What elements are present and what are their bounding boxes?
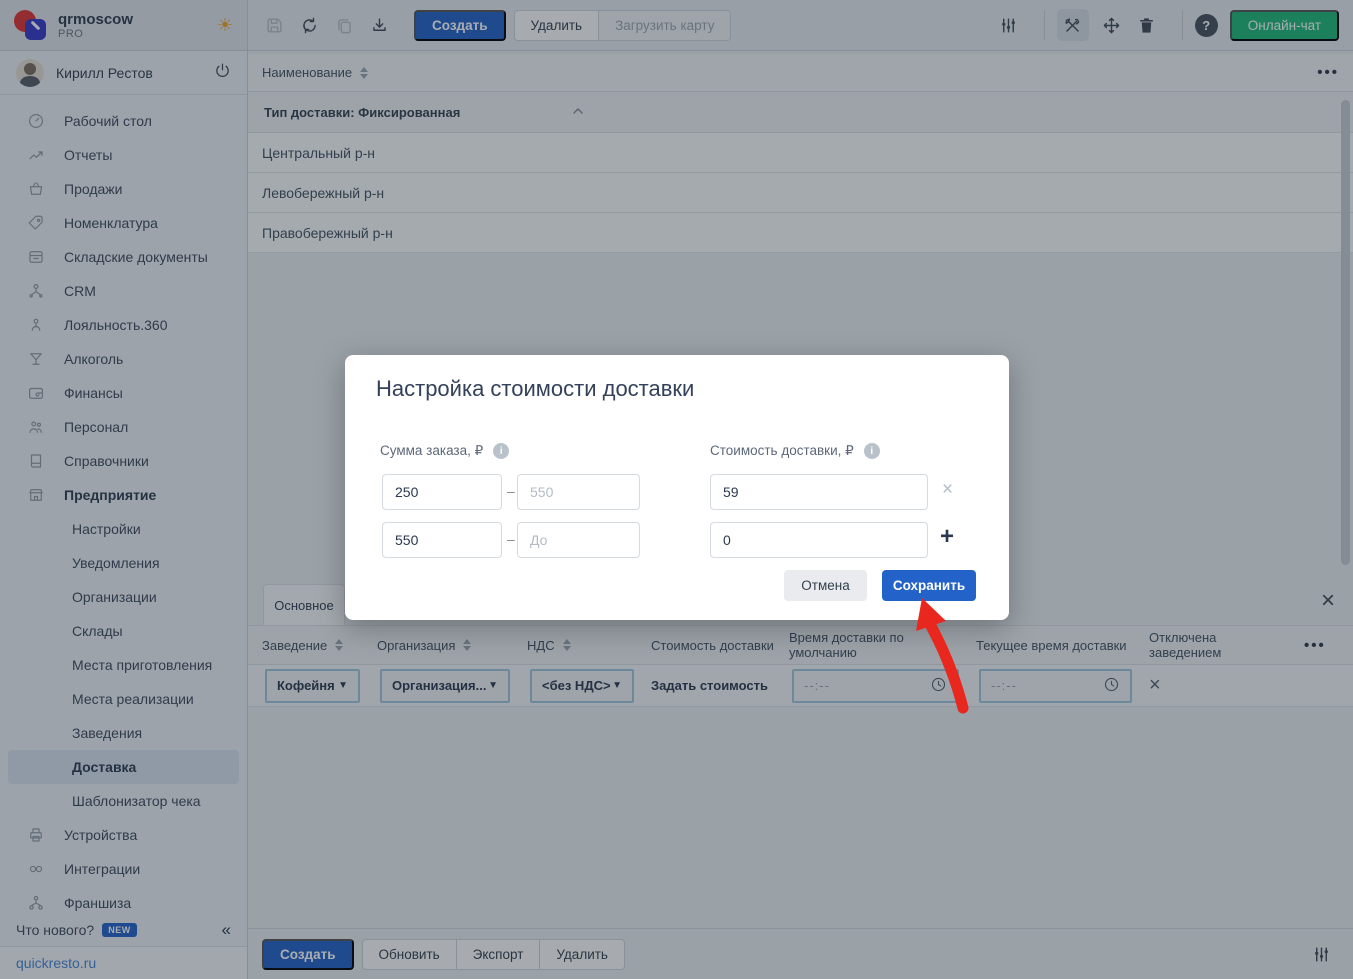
delivery-cost-label: Стоимость доставки, ₽ <box>710 443 854 459</box>
cost-input-1[interactable] <box>710 474 928 510</box>
sum-from-input-2[interactable] <box>382 522 502 558</box>
sum-to-input-2[interactable] <box>517 522 640 558</box>
delivery-cost-modal: Настройка стоимости доставки Сумма заказ… <box>345 355 1009 620</box>
sum-from-input-1[interactable] <box>382 474 502 510</box>
remove-row-icon[interactable]: × <box>942 479 953 501</box>
modal-title: Настройка стоимости доставки <box>376 376 694 402</box>
order-sum-label: Сумма заказа, ₽ <box>380 443 483 459</box>
sum-to-input-1[interactable] <box>517 474 640 510</box>
cancel-button[interactable]: Отмена <box>784 570 867 601</box>
add-row-icon[interactable]: + <box>940 523 954 551</box>
range-dash: – <box>507 531 515 547</box>
cost-input-2[interactable] <box>710 522 928 558</box>
info-icon[interactable]: i <box>493 443 509 459</box>
save-button[interactable]: Сохранить <box>882 570 976 601</box>
range-dash: – <box>507 483 515 499</box>
info-icon[interactable]: i <box>864 443 880 459</box>
